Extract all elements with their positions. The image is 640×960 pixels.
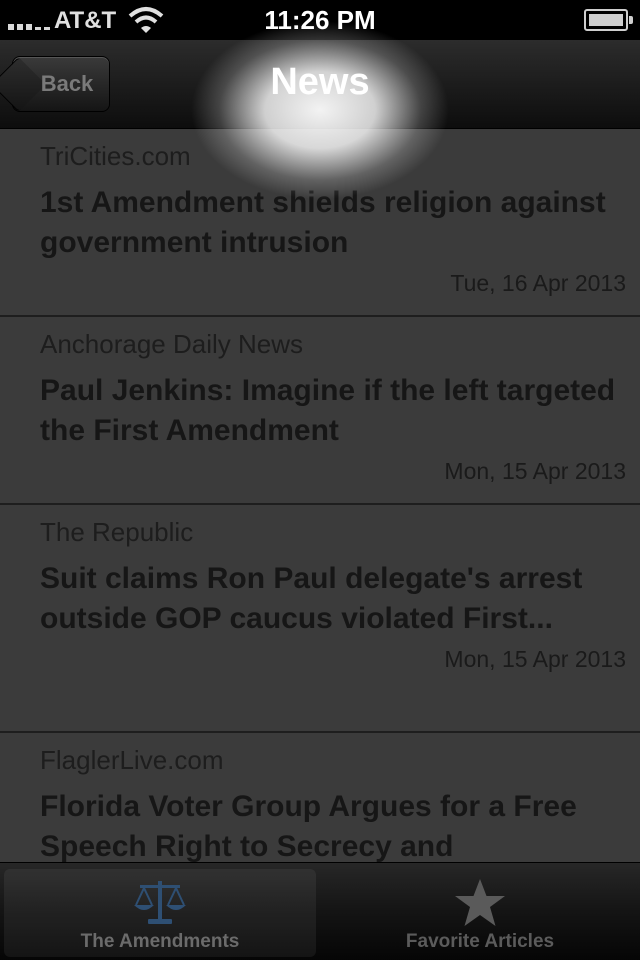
tab-label: Favorite Articles bbox=[405, 931, 555, 952]
tab-the-amendments[interactable]: The Amendments bbox=[4, 869, 316, 957]
news-source: TriCities.com bbox=[40, 141, 191, 171]
news-headline: Paul Jenkins: Imagine if the left target… bbox=[40, 374, 616, 447]
news-headline: 1st Amendment shields religion against g… bbox=[40, 186, 606, 259]
news-source: FlaglerLive.com bbox=[40, 745, 224, 775]
news-date: Mon, 15 Apr 2013 bbox=[444, 458, 626, 484]
scales-icon bbox=[134, 881, 186, 924]
star-icon bbox=[455, 879, 505, 926]
news-source: The Republic bbox=[40, 517, 194, 547]
news-source: Anchorage Daily News bbox=[40, 329, 304, 359]
news-list-item[interactable]: TriCities.com 1st Amendment shields reli… bbox=[0, 129, 640, 317]
news-list-item[interactable]: FlaglerLive.com Florida Voter Group Argu… bbox=[0, 733, 640, 862]
news-list-item[interactable]: Anchorage Daily News Paul Jenkins: Imagi… bbox=[0, 317, 640, 505]
tab-favorite-articles[interactable]: Favorite Articles bbox=[324, 869, 636, 957]
page-title: News bbox=[270, 61, 370, 103]
status-bar: AT&T 11:26 PM bbox=[0, 0, 640, 40]
news-date: Mon, 15 Apr 2013 bbox=[444, 646, 626, 672]
news-headline: Suit claims Ron Paul delegate's arrest o… bbox=[40, 562, 583, 635]
navigation-bar: Back News bbox=[0, 40, 640, 129]
status-time: 11:26 PM bbox=[264, 5, 376, 35]
news-list[interactable]: TriCities.com 1st Amendment shields reli… bbox=[0, 129, 640, 862]
tab-label: The Amendments bbox=[80, 931, 240, 952]
battery-icon bbox=[584, 9, 633, 31]
news-headline: Florida Voter Group Argues for a Free Sp… bbox=[40, 790, 577, 862]
tab-bar: The Amendments Favorite Articles bbox=[0, 862, 640, 960]
news-date: Tue, 16 Apr 2013 bbox=[450, 270, 626, 296]
news-list-item[interactable]: The Republic Suit claims Ron Paul delega… bbox=[0, 505, 640, 733]
screen: AT&T 11:26 PM Back News TriCities.com 1s… bbox=[0, 0, 640, 960]
